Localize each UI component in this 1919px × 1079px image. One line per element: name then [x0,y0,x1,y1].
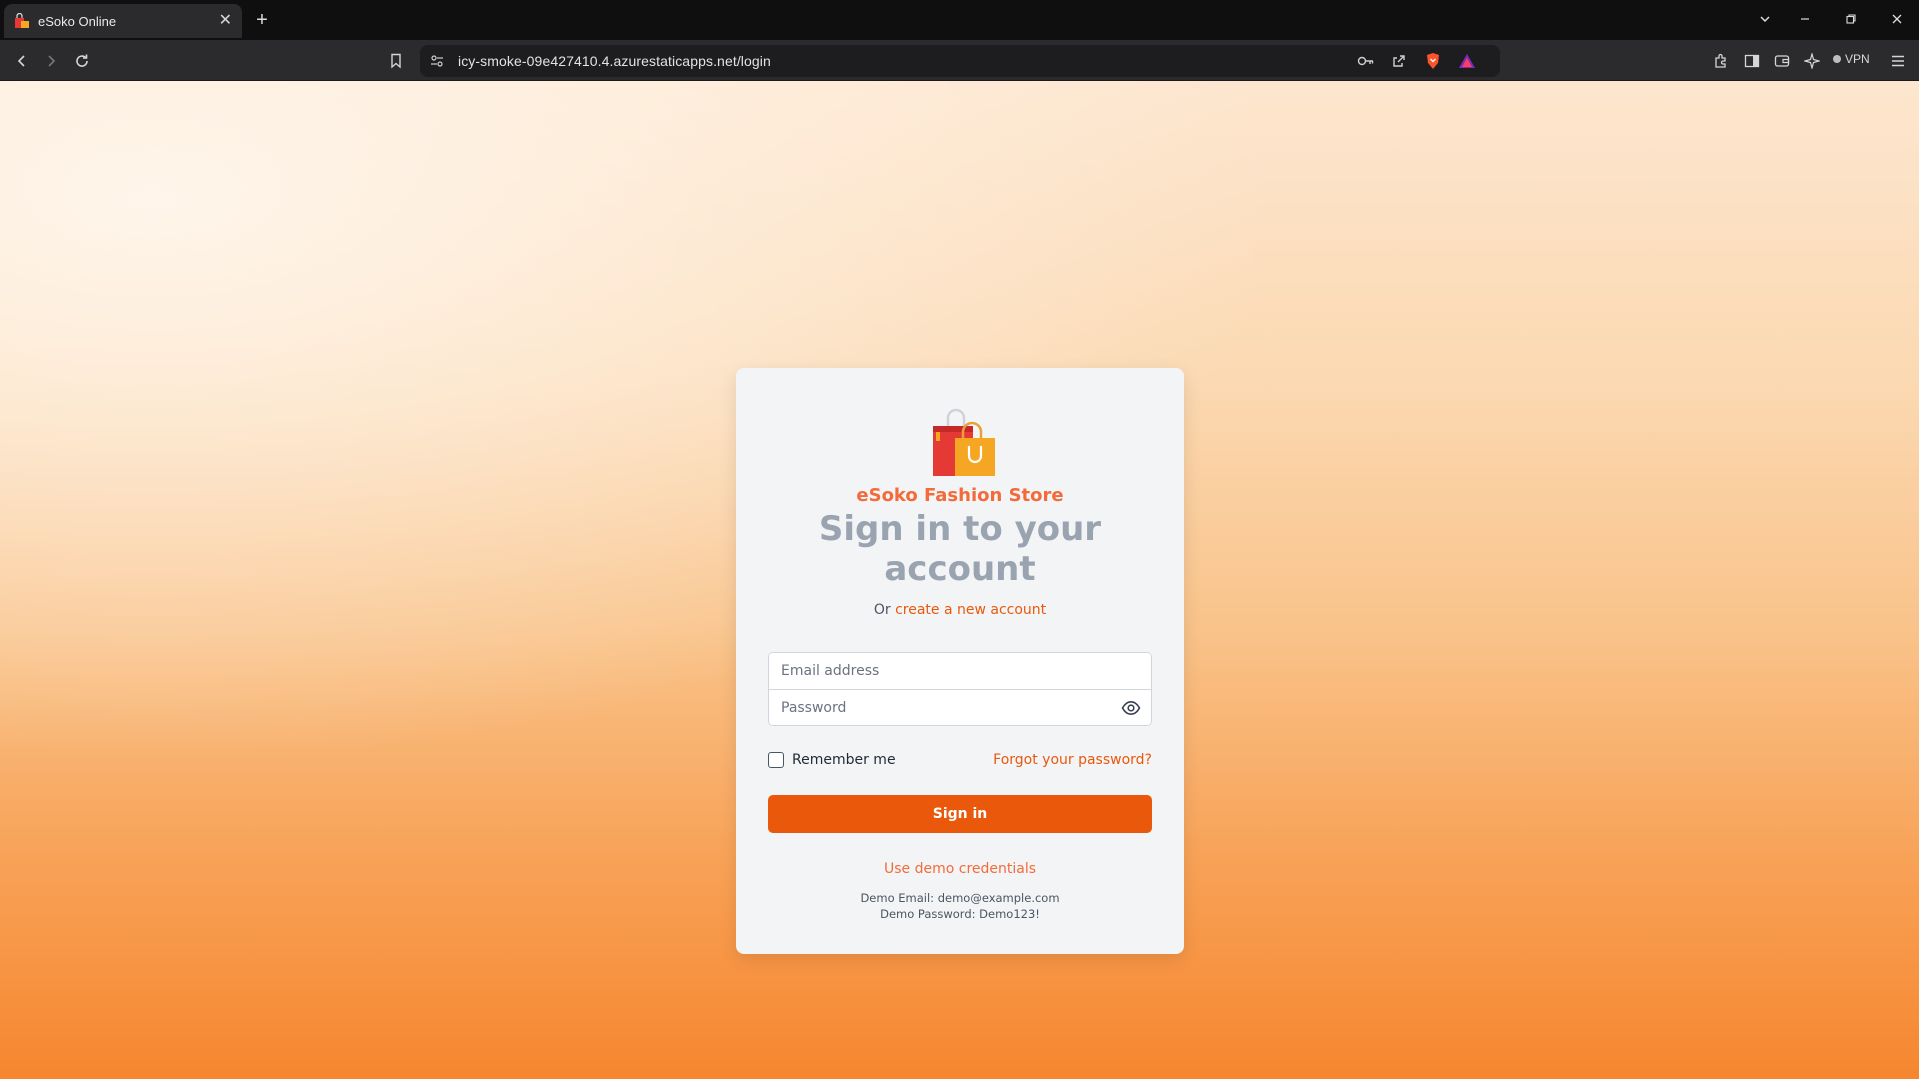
vpn-button[interactable]: VPN [1833,52,1870,66]
tab-title: eSoko Online [38,13,117,29]
site-settings-icon[interactable] [426,50,448,72]
shopping-bags-icon [933,408,995,476]
restore-icon[interactable] [1836,8,1866,32]
page-title: Sign in to your account [818,509,1102,589]
bookmark-icon[interactable] [385,50,407,72]
minimize-icon[interactable] [1790,8,1820,32]
forgot-password-link[interactable]: Forgot your password? [993,752,1152,768]
use-demo-credentials-link[interactable]: Use demo credentials [736,861,1184,877]
close-window-icon[interactable] [1882,8,1912,32]
close-tab-icon[interactable]: ✕ [219,13,232,29]
login-card: eSoko Fashion Store Sign in to your acco… [736,368,1184,954]
back-arrow-icon[interactable] [11,50,33,72]
password-field[interactable] [769,690,1151,725]
sign-in-button[interactable]: Sign in [768,795,1152,833]
reload-icon[interactable] [71,50,93,72]
store-name: eSoko Fashion Store [856,485,1064,506]
browser-toolbar: icy-smoke-09e427410.4.azurestaticapps.ne… [0,40,1919,81]
demo-credentials-info: Demo Email: demo@example.com Demo Passwo… [736,890,1184,922]
eye-icon[interactable] [1121,699,1141,717]
tab-search-icon[interactable] [1750,8,1780,32]
forward-arrow-icon[interactable] [40,50,62,72]
url-text: icy-smoke-09e427410.4.azurestaticapps.ne… [458,53,771,69]
sidebar-toggle-icon[interactable] [1741,50,1763,72]
password-key-icon[interactable] [1355,50,1377,72]
new-tab-button[interactable]: + [250,8,274,32]
credentials-group [768,652,1152,726]
page-background: eSoko Fashion Store Sign in to your acco… [0,81,1919,1079]
brave-rewards-icon[interactable] [1456,50,1478,72]
share-icon[interactable] [1388,50,1410,72]
remember-me-label[interactable]: Remember me [792,752,896,768]
browser-tab-bar: eSoko Online ✕ + [0,0,1919,40]
address-bar[interactable]: icy-smoke-09e427410.4.azurestaticapps.ne… [420,45,1500,77]
brave-shields-icon[interactable] [1422,50,1444,72]
remember-me-row: Remember me [768,752,896,768]
menu-hamburger-icon[interactable] [1887,50,1909,72]
extensions-icon[interactable] [1710,50,1732,72]
remember-me-checkbox[interactable] [768,752,784,768]
email-field[interactable] [769,653,1151,689]
browser-tab[interactable]: eSoko Online ✕ [4,4,242,38]
wallet-icon[interactable] [1771,50,1793,72]
demo-email-text: Demo Email: demo@example.com [860,891,1060,905]
create-account-line: Or create a new account [736,602,1184,618]
vpn-label: VPN [1845,52,1870,66]
or-prefix: Or [873,602,896,618]
demo-password-text: Demo Password: Demo123! [880,907,1040,921]
vpn-status-icon [1833,55,1841,63]
leo-ai-icon[interactable] [1801,50,1823,72]
create-account-link[interactable]: create a new account [895,602,1046,618]
store-favicon-icon [14,13,30,29]
